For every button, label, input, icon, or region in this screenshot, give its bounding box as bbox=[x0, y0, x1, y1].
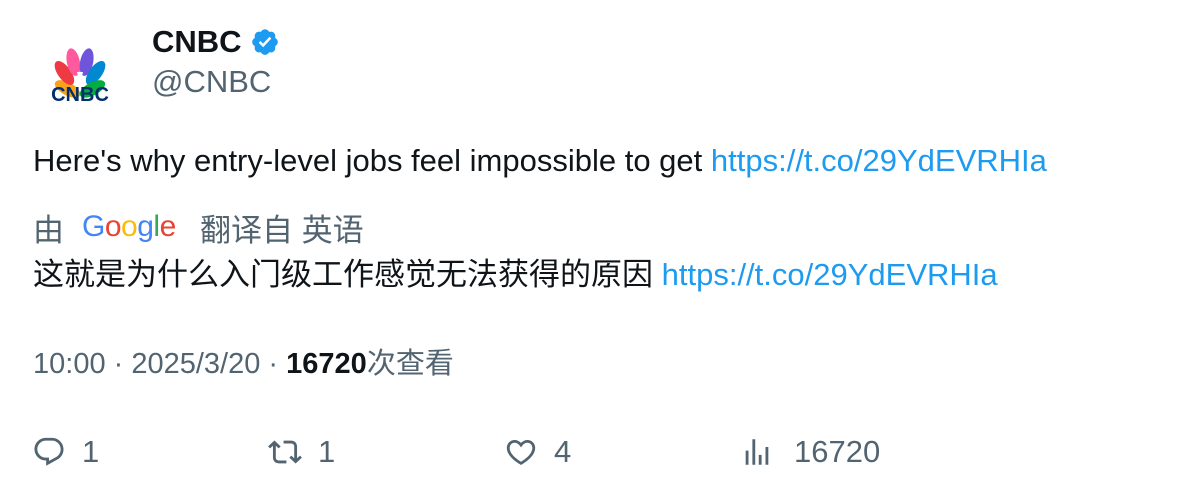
tweet-link[interactable]: https://t.co/29YdEVRHIa bbox=[711, 143, 1047, 178]
translated-text: 这就是为什么入门级工作感觉无法获得的原因 https://t.co/29YdEV… bbox=[33, 255, 998, 295]
views-count: 16720 bbox=[286, 348, 367, 380]
reply-icon bbox=[34, 437, 64, 466]
tweet-text-body: Here's why entry-level jobs feel impossi… bbox=[33, 143, 711, 178]
like-button[interactable]: 4 bbox=[504, 428, 571, 476]
meta-separator: · bbox=[260, 348, 287, 380]
translation-attribution[interactable]: 由 Google 翻译自 英语 bbox=[33, 207, 364, 248]
views-action-count: 16720 bbox=[794, 434, 881, 469]
tweet-card: CNBC CNBC @CNBC Here's why entry-level j… bbox=[0, 0, 1196, 498]
cnbc-peacock-logo-icon: CNBC bbox=[51, 48, 109, 106]
author-name-row: CNBC bbox=[152, 22, 280, 62]
tweet-text: Here's why entry-level jobs feel impossi… bbox=[33, 141, 1047, 181]
like-count: 4 bbox=[554, 434, 572, 469]
heart-icon bbox=[506, 439, 536, 465]
google-logo-icon: Google bbox=[82, 209, 180, 245]
reply-count: 1 bbox=[82, 434, 100, 469]
tweet-time[interactable]: 10:00 bbox=[33, 348, 106, 380]
retweet-count: 1 bbox=[318, 434, 336, 469]
views-label: 次查看 bbox=[366, 348, 454, 380]
translation-suffix: 翻译自 英语 bbox=[200, 212, 364, 248]
tweet-date[interactable]: 2025/3/20 bbox=[131, 348, 260, 380]
svg-text:CNBC: CNBC bbox=[51, 84, 109, 106]
author-handle[interactable]: @CNBC bbox=[152, 62, 271, 102]
meta-separator: · bbox=[105, 348, 132, 380]
tweet-meta: 10:00 · 2025/3/20 · 16720次查看 bbox=[33, 344, 454, 384]
views-icon bbox=[745, 439, 769, 465]
views-button[interactable]: 16720 bbox=[740, 428, 880, 476]
author-avatar[interactable]: CNBC bbox=[34, 30, 126, 122]
action-bar: 1 1 4 16720 bbox=[0, 428, 1196, 476]
translation-prefix: 由 bbox=[33, 212, 64, 248]
verified-badge-icon[interactable] bbox=[250, 27, 280, 57]
author-display-name[interactable]: CNBC bbox=[152, 22, 242, 62]
translated-text-body: 这就是为什么入门级工作感觉无法获得的原因 bbox=[33, 257, 662, 292]
retweet-icon bbox=[268, 440, 302, 464]
translated-link[interactable]: https://t.co/29YdEVRHIa bbox=[662, 257, 998, 292]
retweet-button[interactable]: 1 bbox=[268, 428, 335, 476]
reply-button[interactable]: 1 bbox=[32, 428, 99, 476]
svg-text:Google: Google bbox=[82, 210, 176, 243]
